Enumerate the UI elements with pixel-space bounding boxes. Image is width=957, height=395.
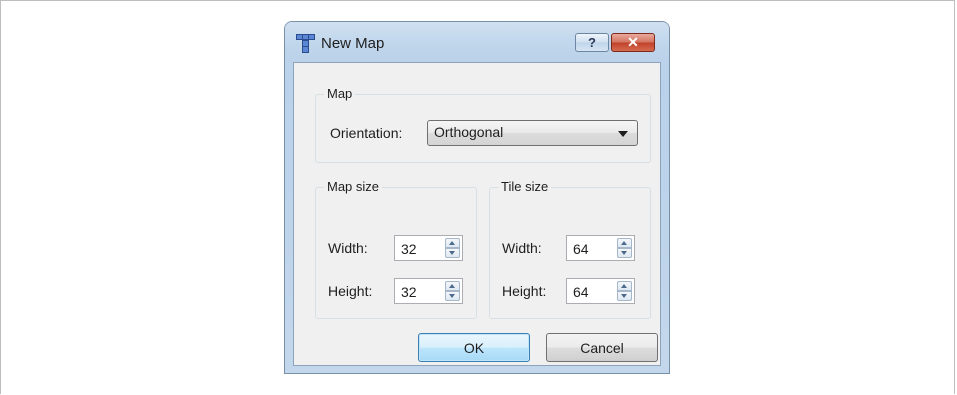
- dialog-title: New Map: [321, 35, 385, 52]
- orientation-value: Orthogonal: [434, 124, 504, 140]
- orientation-select[interactable]: Orthogonal: [427, 120, 638, 146]
- orientation-label: Orientation:: [330, 125, 403, 141]
- dialog-client-area: Map Orientation: Orthogonal Map size Wid…: [293, 62, 661, 366]
- tile-height-value: 64: [573, 284, 589, 300]
- map-width-label: Width:: [328, 240, 368, 256]
- spin-down-icon[interactable]: [617, 291, 632, 301]
- spin-down-icon[interactable]: [445, 291, 460, 301]
- cancel-button-label: Cancel: [580, 339, 624, 356]
- tile-width-label: Width:: [502, 240, 542, 256]
- cancel-button[interactable]: Cancel: [546, 333, 658, 362]
- spin-up-icon[interactable]: [617, 281, 632, 291]
- map-width-spinbox[interactable]: 32: [394, 235, 463, 261]
- dropdown-arrow-icon: [618, 131, 628, 137]
- ok-button[interactable]: OK: [418, 333, 530, 362]
- spin-up-icon[interactable]: [445, 281, 460, 291]
- map-size-group-title: Map size: [324, 179, 383, 194]
- tile-height-label: Height:: [502, 283, 547, 299]
- tile-height-spinbox[interactable]: 64: [566, 278, 635, 304]
- tile-width-value: 64: [573, 241, 589, 257]
- tiled-app-icon: [296, 34, 315, 53]
- ok-button-label: OK: [463, 339, 485, 356]
- spin-up-icon[interactable]: [617, 238, 632, 248]
- map-height-spinbox[interactable]: 32: [394, 278, 463, 304]
- tile-width-spinbox[interactable]: 64: [566, 235, 635, 261]
- title-bar[interactable]: New Map ? ✕: [285, 22, 669, 62]
- spin-down-icon[interactable]: [617, 248, 632, 258]
- map-height-label: Height:: [328, 283, 373, 299]
- spin-up-icon[interactable]: [445, 238, 460, 248]
- close-icon: ✕: [627, 34, 639, 50]
- tile-size-group-title: Tile size: [498, 179, 552, 194]
- help-button[interactable]: ?: [575, 33, 609, 52]
- map-width-value: 32: [401, 241, 417, 257]
- help-icon: ?: [588, 35, 596, 50]
- map-group-title: Map: [324, 86, 356, 101]
- new-map-dialog: New Map ? ✕ Map Orientation: Orthogonal …: [285, 22, 669, 373]
- spin-down-icon[interactable]: [445, 248, 460, 258]
- close-button[interactable]: ✕: [611, 33, 655, 52]
- map-height-value: 32: [401, 284, 417, 300]
